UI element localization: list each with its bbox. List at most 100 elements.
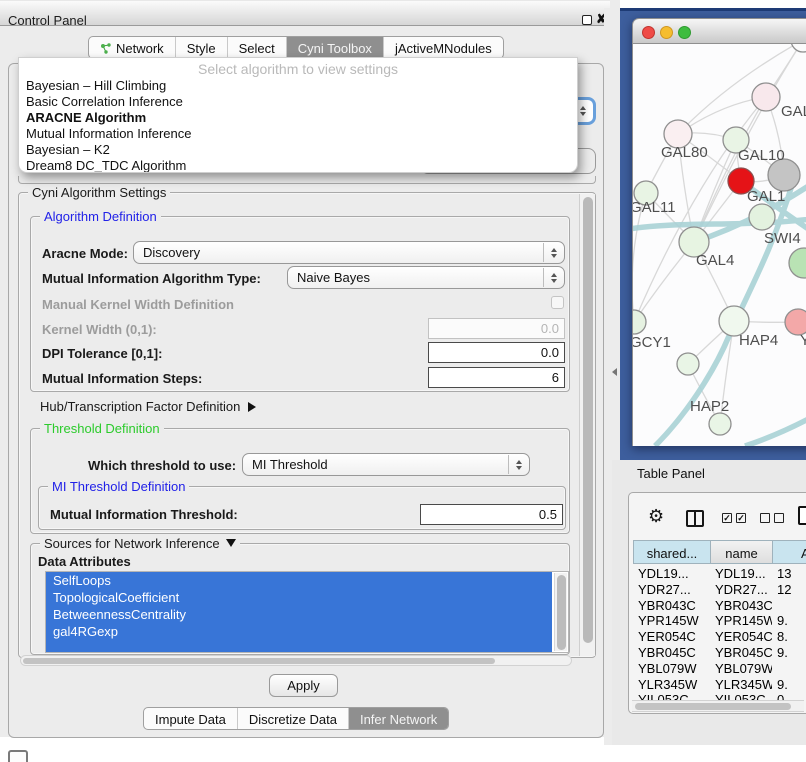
document-icon[interactable] (798, 506, 806, 525)
list-item[interactable]: TopologicalCoefficient (46, 589, 552, 606)
settings-horizontal-scrollbar[interactable] (20, 655, 572, 666)
unchecked-box-icon[interactable] (760, 513, 770, 523)
mi-threshold-field[interactable]: 0.5 (420, 504, 563, 525)
minimize-traffic-light-icon[interactable] (660, 26, 673, 39)
algorithm-option[interactable]: Bayesian – Hill Climbing (19, 78, 577, 94)
collapsed-panel-icon[interactable] (8, 750, 28, 762)
tab-cyni-toolbox[interactable]: Cyni Toolbox (286, 37, 383, 58)
kernel-width-label: Kernel Width (0,1): (42, 322, 157, 337)
list-item[interactable]: BetweennessCentrality (46, 606, 552, 623)
algorithm-option[interactable]: Dream8 DC_TDC Algorithm (19, 158, 577, 173)
node-label: GCY1 (633, 334, 671, 351)
algorithm-option[interactable]: Mutual Information Inference (19, 126, 577, 142)
group-title: Threshold Definition (40, 421, 164, 436)
mi-algorithm-type-label: Mutual Information Algorithm Type: (42, 271, 261, 286)
combo-stepper-icon (543, 243, 563, 262)
table-row[interactable]: YER054CYER054C8. (633, 628, 806, 644)
table-row[interactable]: YBR043CYBR043C (633, 597, 806, 613)
algorithm-option-selected[interactable]: ARACNE Algorithm (19, 110, 577, 126)
network-icon (100, 42, 112, 53)
dpi-tolerance-label: DPI Tolerance [0,1]: (42, 346, 162, 361)
table-row[interactable]: YPR145WYPR145W9. (633, 612, 806, 628)
tab-jactivemnodules[interactable]: jActiveMNodules (383, 37, 503, 58)
zoom-traffic-light-icon[interactable] (678, 26, 691, 39)
node-label: GAL80 (661, 144, 708, 161)
close-traffic-light-icon[interactable] (642, 26, 655, 39)
list-item[interactable]: SelfLoops (46, 572, 552, 589)
tab-style[interactable]: Style (175, 37, 227, 58)
node-label: GAL (781, 103, 806, 120)
settings-vertical-scrollbar[interactable] (579, 194, 595, 656)
table-row[interactable]: YLR345WYLR345W9. (633, 676, 806, 692)
list-scrollbar[interactable] (554, 573, 567, 651)
control-panel-titlebar (0, 0, 610, 26)
checked-box-icon[interactable]: ✓ (736, 513, 746, 523)
split-column-icon[interactable] (686, 510, 704, 527)
node-gal2-partial[interactable] (752, 83, 780, 111)
table-horizontal-scrollbar[interactable] (632, 700, 804, 712)
control-panel-tabbar: Network Style Select Cyni Toolbox jActiv… (88, 36, 504, 59)
algorithm-option[interactable]: Basic Correlation Inference (19, 94, 577, 110)
table-row[interactable]: YBR045CYBR045C9. (633, 644, 806, 660)
tab-select[interactable]: Select (227, 37, 286, 58)
data-attributes-list: SelfLoops TopologicalCoefficient Between… (45, 571, 569, 653)
hub-factor-section[interactable]: Hub/Transcription Factor Definition (40, 399, 256, 414)
node-unlabeled[interactable] (791, 44, 806, 52)
tab-network[interactable]: Network (89, 37, 175, 58)
table-row[interactable]: YDR27...YDR27...12 (633, 581, 806, 597)
aracne-mode-label: Aracne Mode: (42, 246, 128, 261)
algorithm-option[interactable]: Bayesian – K2 (19, 142, 577, 158)
which-threshold-combo[interactable]: MI Threshold (242, 453, 530, 476)
aracne-mode-combo[interactable]: Discovery (133, 241, 565, 264)
expand-arrow-icon[interactable] (248, 402, 256, 412)
group-title: MI Threshold Definition (48, 479, 189, 494)
node-label: SWI4 (764, 230, 801, 247)
which-threshold-value: MI Threshold (252, 457, 328, 472)
checked-box-icon[interactable]: ✓ (722, 513, 732, 523)
manual-kernel-width-checkbox[interactable] (551, 296, 564, 309)
sources-title[interactable]: Sources for Network Inference (40, 536, 240, 551)
network-graph: GAL80 GAL10 GAL1 GAL11 SWI4 GAL4 GCY1 HA… (633, 44, 806, 446)
node-label: GAL10 (738, 147, 785, 164)
node-gcy1[interactable] (633, 310, 646, 334)
node-unlabeled[interactable] (709, 413, 731, 435)
group-title: Algorithm Definition (40, 209, 161, 224)
table-row[interactable]: YDL19...YDL19...13 (633, 565, 806, 581)
tab-impute-data[interactable]: Impute Data (144, 708, 237, 729)
node-swi4[interactable] (749, 204, 775, 230)
mi-algorithm-type-value: Naive Bayes (297, 270, 370, 285)
combo-stepper-icon (508, 455, 528, 474)
kernel-width-field[interactable]: 0.0 (428, 318, 565, 339)
algorithm-dropdown: Select algorithm to view settings Bayesi… (18, 57, 578, 173)
network-canvas[interactable]: GAL80 GAL10 GAL1 GAL11 SWI4 GAL4 GCY1 HA… (632, 44, 806, 446)
node-hap2[interactable] (677, 353, 699, 375)
column-header-name[interactable]: name (710, 540, 773, 564)
which-threshold-label: Which threshold to use: (88, 458, 236, 473)
column-header-shared-name[interactable]: shared... (633, 540, 711, 564)
group-title: Cyni Algorithm Settings (28, 185, 170, 200)
table-row[interactable]: YBL079WYBL079W (633, 660, 806, 676)
app-root: Control Panel ✘ Network Style Select Cyn… (0, 0, 806, 762)
list-item-partial[interactable] (46, 640, 552, 652)
node-label: GAL11 (633, 199, 676, 216)
gear-icon[interactable]: ⚙ (648, 506, 664, 527)
list-item[interactable]: gal4RGexp (46, 623, 552, 640)
tab-discretize-data[interactable]: Discretize Data (237, 708, 348, 729)
network-view-window: GAL80 GAL10 GAL1 GAL11 SWI4 GAL4 GCY1 HA… (632, 18, 806, 446)
dpi-tolerance-field[interactable]: 0.0 (428, 342, 565, 363)
node-label: GAL4 (696, 252, 734, 269)
node-bright-green[interactable] (789, 248, 806, 278)
node-label: Y (800, 332, 806, 349)
network-window-titlebar[interactable] (632, 18, 806, 44)
apply-button[interactable]: Apply (269, 674, 338, 697)
mi-steps-label: Mutual Information Steps: (42, 371, 202, 386)
collapse-divider-icon[interactable] (612, 368, 617, 376)
float-window-icon[interactable] (582, 15, 592, 25)
covered-groupbox-edge (18, 176, 596, 184)
collapse-arrow-icon[interactable] (226, 539, 236, 547)
unchecked-box-icon[interactable] (774, 513, 784, 523)
mi-steps-field[interactable]: 6 (428, 367, 565, 388)
tab-infer-network[interactable]: Infer Network (348, 708, 448, 729)
column-header-partial[interactable]: A (772, 540, 806, 564)
mi-algorithm-type-combo[interactable]: Naive Bayes (287, 266, 565, 289)
